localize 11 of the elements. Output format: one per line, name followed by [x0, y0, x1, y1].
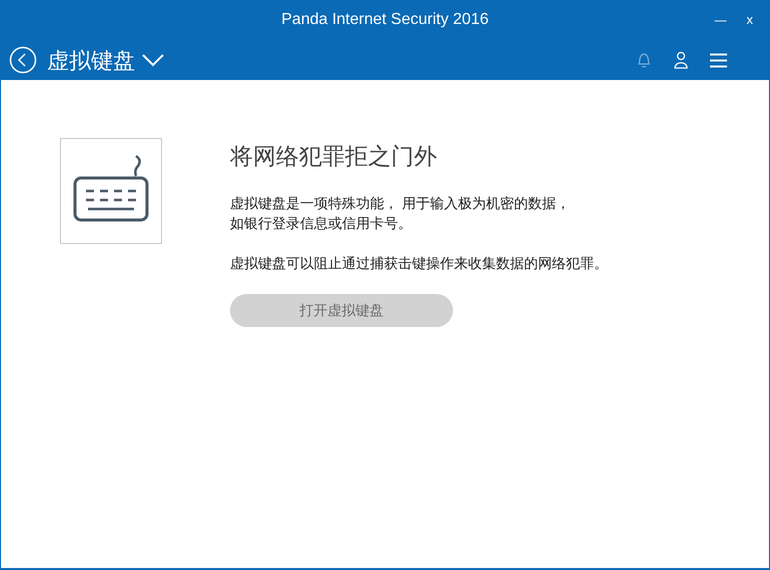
heading: 将网络犯罪拒之门外 — [230, 142, 438, 171]
window-title: Panda Internet Security 2016 — [281, 10, 489, 30]
user-icon[interactable] — [674, 51, 688, 69]
page-title: 虚拟键盘 — [47, 46, 135, 74]
chevron-down-icon[interactable] — [141, 53, 165, 67]
minimize-button[interactable]: — — [714, 11, 726, 29]
description-text: 虚拟键盘可以阻止通过捕获击键操作来收集数据的网络犯罪。 — [230, 254, 608, 272]
menu-icon[interactable] — [710, 52, 727, 68]
back-icon[interactable] — [9, 46, 37, 74]
close-button[interactable]: x — [746, 10, 753, 30]
description-text: 虚拟键盘是一项特殊功能， 用于输入极为机密的数据， 如银行登录信息或信用卡号。 — [230, 194, 571, 232]
